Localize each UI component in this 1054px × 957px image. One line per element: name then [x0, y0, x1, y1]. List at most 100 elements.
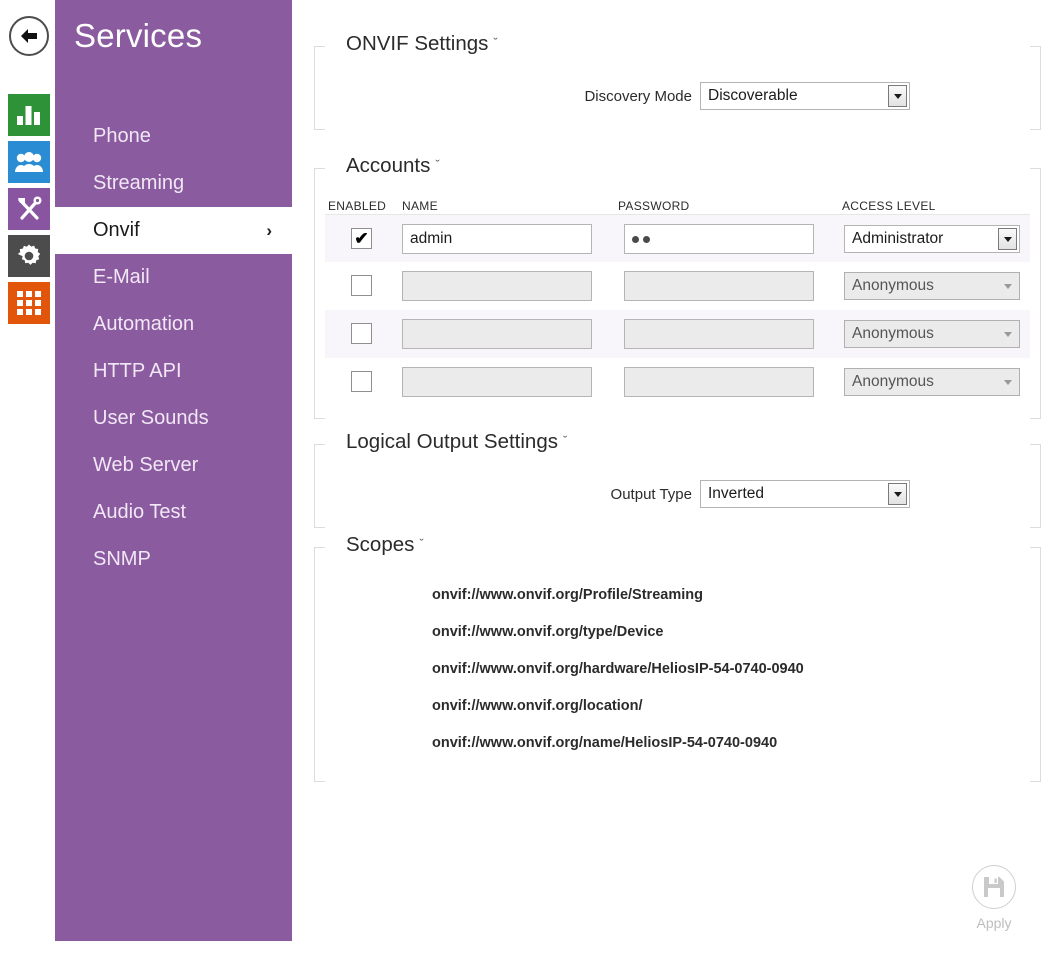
sidebar-item-label: SNMP: [93, 548, 151, 570]
account-access-level-value: Anonymous: [845, 325, 934, 343]
chevron-down-icon: ˇ: [419, 536, 423, 551]
account-access-level-select[interactable]: Anonymous: [844, 368, 1020, 396]
apply-ring: [972, 865, 1016, 909]
back-button[interactable]: [9, 16, 49, 56]
table-row: Anonymous: [325, 310, 1030, 358]
accounts-table-body: ✔ admin Administrator Anonymous Anonymous Ano…: [325, 214, 1030, 406]
dropdown-arrow-icon[interactable]: [998, 228, 1017, 250]
dropdown-arrow-icon[interactable]: [888, 85, 907, 107]
panel-bracket-left: [314, 547, 325, 782]
dropdown-arrow-icon[interactable]: [998, 323, 1017, 345]
legend-accounts[interactable]: Accounts ˇ: [338, 154, 450, 178]
account-name-input[interactable]: [402, 319, 592, 349]
sidebar-item-e-mail[interactable]: E-Mail: [55, 254, 292, 301]
rail-icon-hardware[interactable]: [8, 188, 50, 230]
table-row: Anonymous: [325, 262, 1030, 310]
password-mask-dot: [643, 236, 650, 243]
sidebar: Services Phone Streaming Onvif › E-Mail Autom…: [55, 0, 292, 941]
table-row: Anonymous: [325, 358, 1030, 406]
account-name-input[interactable]: [402, 367, 592, 397]
chevron-right-icon: ›: [266, 207, 272, 254]
sidebar-item-phone[interactable]: Phone: [55, 113, 292, 160]
column-header-password: PASSWORD: [618, 199, 690, 213]
account-access-level-select[interactable]: Anonymous: [844, 272, 1020, 300]
scope-item: onvif://www.onvif.org/location/: [432, 698, 643, 714]
legend-label: Logical Output Settings: [346, 430, 558, 453]
rail-icon-services[interactable]: [8, 235, 50, 277]
dropdown-arrow-icon[interactable]: [888, 483, 907, 505]
sidebar-item-label: User Sounds: [93, 407, 209, 429]
legend-label: ONVIF Settings: [346, 32, 488, 55]
sidebar-item-audio-test[interactable]: Audio Test: [55, 489, 292, 536]
content-area: ONVIF Settings ˇ Discovery Mode Discovera…: [292, 0, 1054, 957]
services-gear-icon: [16, 243, 42, 269]
rail-icon-directory[interactable]: [8, 141, 50, 183]
account-access-level-value: Anonymous: [845, 277, 934, 295]
sidebar-item-label: Streaming: [93, 172, 184, 194]
chevron-down-icon: ˇ: [493, 35, 497, 50]
account-access-level-value: Anonymous: [845, 373, 934, 391]
account-password-input[interactable]: [624, 224, 814, 254]
sidebar-item-automation[interactable]: Automation: [55, 301, 292, 348]
sidebar-item-onvif[interactable]: Onvif ›: [55, 207, 292, 254]
output-type-value: Inverted: [701, 485, 764, 503]
apply-button[interactable]: Apply: [954, 865, 1034, 931]
checkmark-icon: ✔: [354, 230, 368, 247]
account-password-input[interactable]: [624, 367, 814, 397]
account-name-input[interactable]: [402, 271, 592, 301]
status-chart-icon: [16, 104, 42, 126]
legend-onvif-settings[interactable]: ONVIF Settings ˇ: [338, 32, 508, 56]
account-password-input[interactable]: [624, 271, 814, 301]
sidebar-item-label: Automation: [93, 313, 194, 335]
dropdown-arrow-icon[interactable]: [998, 275, 1017, 297]
output-type-label: Output Type: [314, 486, 692, 503]
sidebar-menu: Phone Streaming Onvif › E-Mail Automation HTTP…: [55, 113, 292, 583]
system-grid-icon: [17, 291, 41, 315]
sidebar-item-user-sounds[interactable]: User Sounds: [55, 395, 292, 442]
chevron-down-icon: ˇ: [563, 433, 567, 448]
page-root: 2N Helios IP Vario CZ|EN|DE|FR|IT|ES|RU …: [0, 0, 1054, 957]
panel-onvif-settings: ONVIF Settingsˇ Discovery Mode Discovera…: [314, 46, 1041, 130]
output-type-select[interactable]: Inverted: [700, 480, 910, 508]
discovery-mode-label: Discovery Mode: [314, 88, 692, 105]
account-enabled-checkbox[interactable]: [351, 275, 372, 296]
discovery-mode-select[interactable]: Discoverable: [700, 82, 910, 110]
chevron-down-icon: ˇ: [435, 157, 439, 172]
field-output-type: Output Type Inverted: [314, 480, 1041, 508]
sidebar-item-label: E-Mail: [93, 266, 150, 288]
account-enabled-checkbox[interactable]: [351, 371, 372, 392]
sidebar-item-label: Onvif: [93, 219, 140, 241]
legend-scopes[interactable]: Scopesˇ: [338, 533, 434, 557]
legend-logical-output[interactable]: Logical Output Settings ˇ: [338, 430, 577, 454]
rail-icon-status[interactable]: [8, 94, 50, 136]
sidebar-item-http-api[interactable]: HTTP API: [55, 348, 292, 395]
scope-item: onvif://www.onvif.org/hardware/HeliosIP-…: [432, 661, 804, 677]
column-header-name: NAME: [402, 199, 438, 213]
icon-rail: [0, 0, 55, 941]
sidebar-item-streaming[interactable]: Streaming: [55, 160, 292, 207]
save-floppy-icon: [983, 876, 1005, 898]
account-access-level-select[interactable]: Anonymous: [844, 320, 1020, 348]
page-title: Services: [74, 17, 202, 55]
apply-label: Apply: [976, 915, 1011, 931]
legend-label: Accounts: [346, 154, 430, 177]
column-header-enabled: ENABLED: [328, 199, 386, 213]
sidebar-item-label: Audio Test: [93, 501, 186, 523]
panel-bracket-left: [314, 168, 325, 419]
table-row: ✔ admin Administrator: [325, 214, 1030, 262]
field-discovery-mode: Discovery Mode Discoverable: [314, 82, 1041, 110]
rail-icon-system[interactable]: [8, 282, 50, 324]
account-enabled-checkbox[interactable]: ✔: [351, 228, 372, 249]
discovery-mode-value: Discoverable: [701, 87, 798, 105]
sidebar-item-label: Phone: [93, 125, 151, 147]
panel-scopes: Scopesˇ onvif://www.onvif.org/Profile/St…: [314, 547, 1041, 782]
account-password-input[interactable]: [624, 319, 814, 349]
account-name-input[interactable]: admin: [402, 224, 592, 254]
account-enabled-checkbox[interactable]: [351, 323, 372, 344]
sidebar-item-web-server[interactable]: Web Server: [55, 442, 292, 489]
dropdown-arrow-icon[interactable]: [998, 371, 1017, 393]
sidebar-item-snmp[interactable]: SNMP: [55, 536, 292, 583]
panel-logical-output: Logical Output Settingsˇ Output Type Inv…: [314, 444, 1041, 528]
account-access-level-select[interactable]: Administrator: [844, 225, 1020, 253]
panel-accounts: Accountsˇ ENABLEDNAMEPASSWORDACCESS LEVE…: [314, 168, 1041, 419]
